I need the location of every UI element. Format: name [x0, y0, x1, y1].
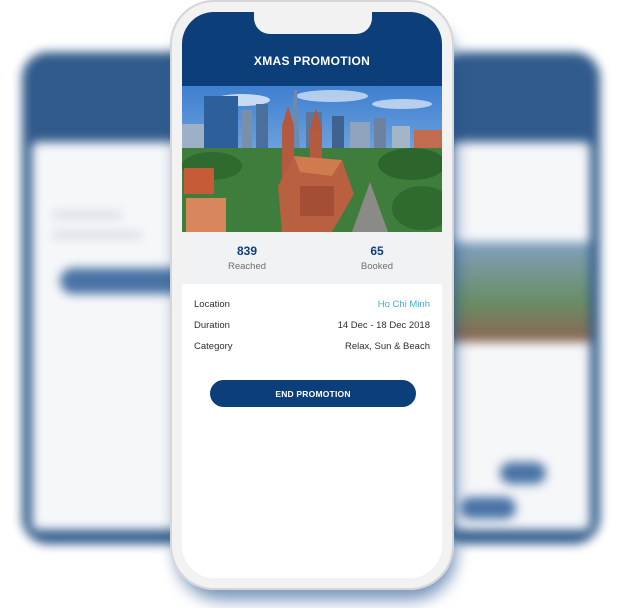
background-text-line — [52, 212, 122, 218]
stat-label: Reached — [227, 261, 267, 272]
detail-value: 14 Dec - 18 Dec 2018 — [337, 320, 430, 331]
stats-bar: 839 Reached 65 Booked — [182, 232, 442, 284]
detail-key: Location — [194, 299, 230, 310]
page-title: XMAS PROMOTION — [253, 54, 371, 68]
background-button — [460, 497, 516, 519]
detail-value: Relax, Sun & Beach — [344, 341, 430, 352]
stat-label: Booked — [360, 261, 394, 272]
location-link[interactable]: Ho Chi Minh — [378, 299, 430, 310]
detail-key: Category — [194, 341, 233, 352]
stat-reached: 839 Reached — [182, 244, 312, 272]
detail-row-duration: Duration 14 Dec - 18 Dec 2018 — [194, 315, 430, 336]
city-cathedral-image — [182, 86, 442, 232]
promotion-photo — [182, 86, 442, 232]
background-phone-right — [440, 52, 600, 544]
detail-key: Duration — [194, 320, 230, 331]
background-button — [500, 462, 546, 484]
phone-screen: XMAS PROMOTION 839 Reached 65 Booked Loc… — [182, 12, 442, 578]
detail-row-location: Location Ho Chi Minh — [194, 294, 430, 315]
detail-row-category: Category Relax, Sun & Beach — [194, 336, 430, 357]
details-list: Location Ho Chi Minh Duration 14 Dec - 1… — [182, 284, 442, 357]
phone-frame: XMAS PROMOTION 839 Reached 65 Booked Loc… — [170, 0, 454, 590]
stat-value: 65 — [370, 244, 384, 258]
phone-notch — [254, 12, 372, 34]
stat-value: 839 — [236, 244, 258, 258]
background-photo — [450, 242, 590, 342]
stat-booked: 65 Booked — [312, 244, 442, 272]
end-promotion-button[interactable]: END PROMOTION — [210, 380, 416, 407]
background-text-line — [52, 232, 142, 238]
